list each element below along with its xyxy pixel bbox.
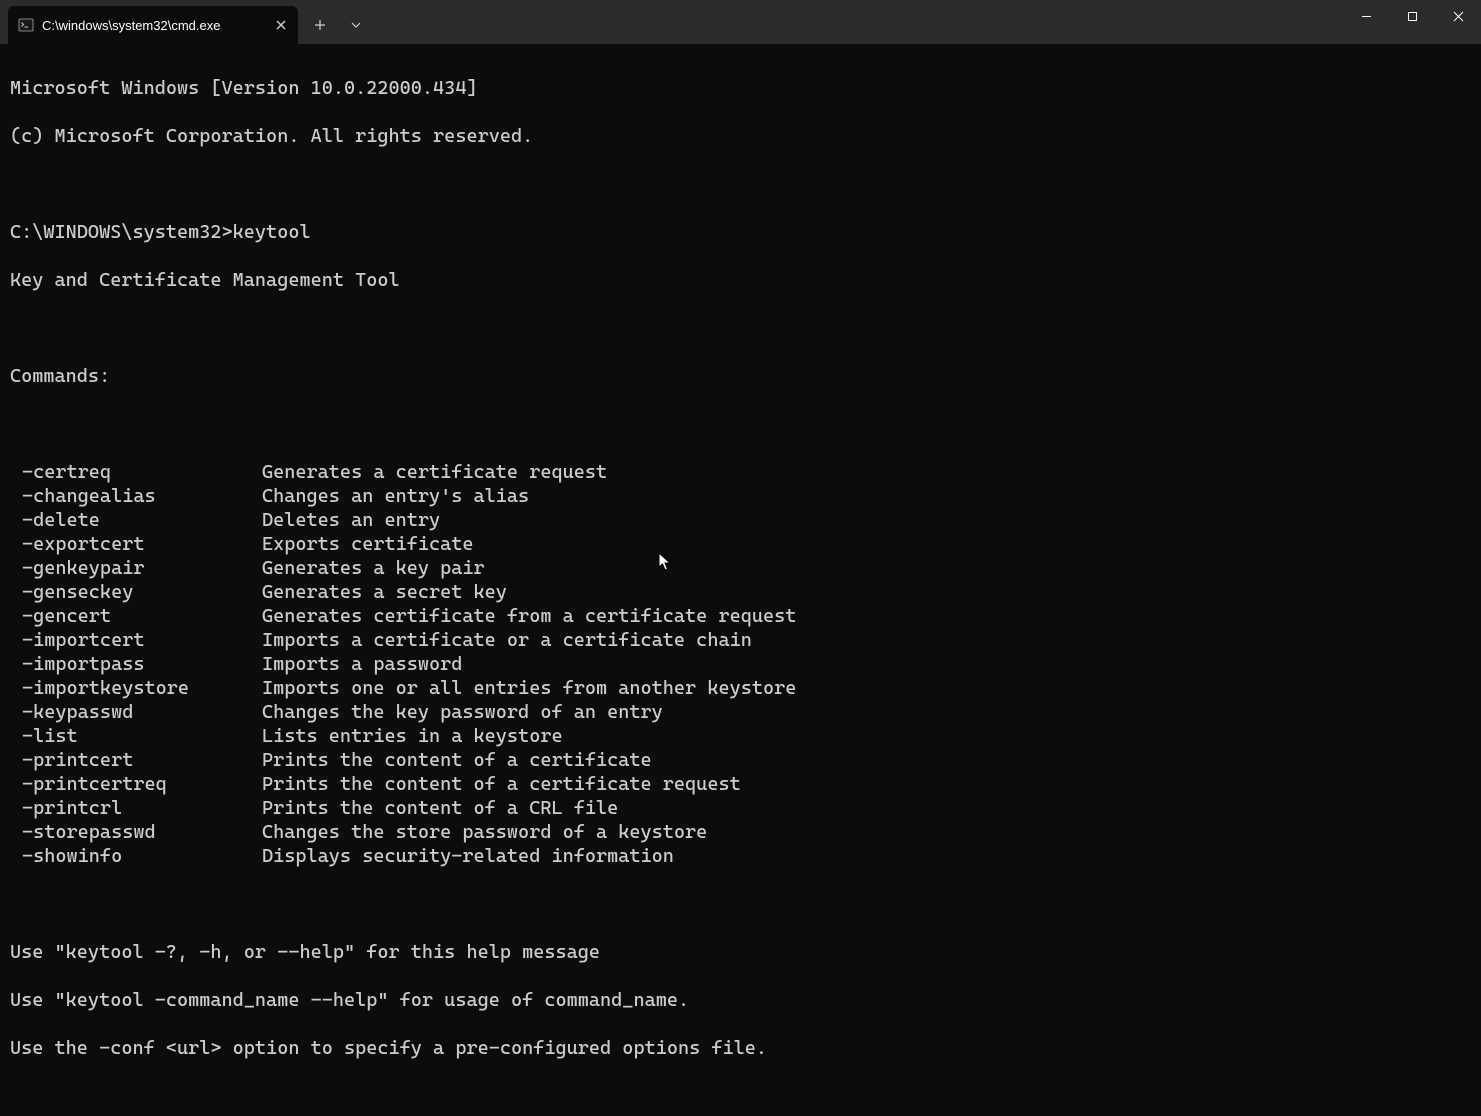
command-description: Displays security-related information: [262, 844, 674, 868]
window-controls: [1343, 0, 1481, 44]
command-description: Generates a secret key: [262, 580, 507, 604]
command-flag: -importpass: [10, 652, 262, 676]
command-description: Generates a key pair: [262, 556, 485, 580]
copyright-line: (c) Microsoft Corporation. All rights re…: [10, 124, 1471, 148]
command-row: -genkeypairGenerates a key pair: [10, 556, 1471, 580]
command-row: -printcertPrints the content of a certif…: [10, 748, 1471, 772]
command-flag: -genkeypair: [10, 556, 262, 580]
command-flag: -gencert: [10, 604, 262, 628]
command-flag: -printcert: [10, 748, 262, 772]
commands-header: Commands:: [10, 364, 1471, 388]
command-flag: -certreq: [10, 460, 262, 484]
command-flag: -printcertreq: [10, 772, 262, 796]
command-row: -showinfoDisplays security-related infor…: [10, 844, 1471, 868]
command-description: Changes an entry's alias: [262, 484, 529, 508]
command-flag: -importkeystore: [10, 676, 262, 700]
command-row: -keypasswdChanges the key password of an…: [10, 700, 1471, 724]
tool-title-line: Key and Certificate Management Tool: [10, 268, 1471, 292]
titlebar: C:\windows\system32\cmd.exe: [0, 0, 1481, 44]
command-row: -listLists entries in a keystore: [10, 724, 1471, 748]
command-description: Changes the store password of a keystore: [262, 820, 707, 844]
maximize-button[interactable]: [1389, 0, 1435, 32]
command-description: Changes the key password of an entry: [262, 700, 663, 724]
command-description: Imports a password: [262, 652, 462, 676]
command-flag: -importcert: [10, 628, 262, 652]
tab-close-button[interactable]: [270, 14, 292, 36]
command-row: -gencertGenerates certificate from a cer…: [10, 604, 1471, 628]
tab-dropdown-button[interactable]: [338, 9, 374, 41]
terminal-output[interactable]: Microsoft Windows [Version 10.0.22000.43…: [0, 44, 1481, 1116]
command-description: Imports one or all entries from another …: [262, 676, 796, 700]
command-flag: -exportcert: [10, 532, 262, 556]
command-flag: -showinfo: [10, 844, 262, 868]
command-row: -exportcertExports certificate: [10, 532, 1471, 556]
command-flag: -genseckey: [10, 580, 262, 604]
command-description: Generates a certificate request: [262, 460, 607, 484]
tab-title: C:\windows\system32\cmd.exe: [42, 18, 262, 33]
help-line: Use the -conf <url> option to specify a …: [10, 1036, 1471, 1060]
tab-actions: [302, 6, 374, 44]
command-flag: -delete: [10, 508, 262, 532]
command-row: -importkeystoreImports one or all entrie…: [10, 676, 1471, 700]
command-flag: -storepasswd: [10, 820, 262, 844]
command-row: -importcertImports a certificate or a ce…: [10, 628, 1471, 652]
command-flag: -keypasswd: [10, 700, 262, 724]
cmd-icon: [18, 17, 34, 33]
prompt-line: C:\WINDOWS\system32>keytool: [10, 220, 1471, 244]
banner-line: Microsoft Windows [Version 10.0.22000.43…: [10, 76, 1471, 100]
footer-lines: Use "keytool -?, -h, or --help" for this…: [10, 916, 1471, 1084]
new-tab-button[interactable]: [302, 9, 338, 41]
command-description: Prints the content of a certificate requ…: [262, 772, 741, 796]
command-row: -genseckeyGenerates a secret key: [10, 580, 1471, 604]
command-flag: -printcrl: [10, 796, 262, 820]
command-row: -certreqGenerates a certificate request: [10, 460, 1471, 484]
command-description: Exports certificate: [262, 532, 474, 556]
command-description: Prints the content of a CRL file: [262, 796, 618, 820]
terminal-tab[interactable]: C:\windows\system32\cmd.exe: [8, 6, 298, 44]
command-description: Prints the content of a certificate: [262, 748, 652, 772]
blank-line: [10, 412, 1471, 436]
command-flag: -list: [10, 724, 262, 748]
command-description: Lists entries in a keystore: [262, 724, 563, 748]
blank-line: [10, 172, 1471, 196]
help-line: Use "keytool -?, -h, or --help" for this…: [10, 940, 1471, 964]
commands-list: -certreqGenerates a certificate request-…: [10, 460, 1471, 868]
command-description: Imports a certificate or a certificate c…: [262, 628, 752, 652]
minimize-button[interactable]: [1343, 0, 1389, 32]
command-flag: -changealias: [10, 484, 262, 508]
command-description: Generates certificate from a certificate…: [262, 604, 796, 628]
command-row: -storepasswdChanges the store password o…: [10, 820, 1471, 844]
command-description: Deletes an entry: [262, 508, 440, 532]
command-row: -printcertreqPrints the content of a cer…: [10, 772, 1471, 796]
command-row: -deleteDeletes an entry: [10, 508, 1471, 532]
close-button[interactable]: [1435, 0, 1481, 32]
help-line: Use "keytool -command_name --help" for u…: [10, 988, 1471, 1012]
command-row: -changealiasChanges an entry's alias: [10, 484, 1471, 508]
command-row: -importpassImports a password: [10, 652, 1471, 676]
blank-line: [10, 316, 1471, 340]
command-row: -printcrlPrints the content of a CRL fil…: [10, 796, 1471, 820]
